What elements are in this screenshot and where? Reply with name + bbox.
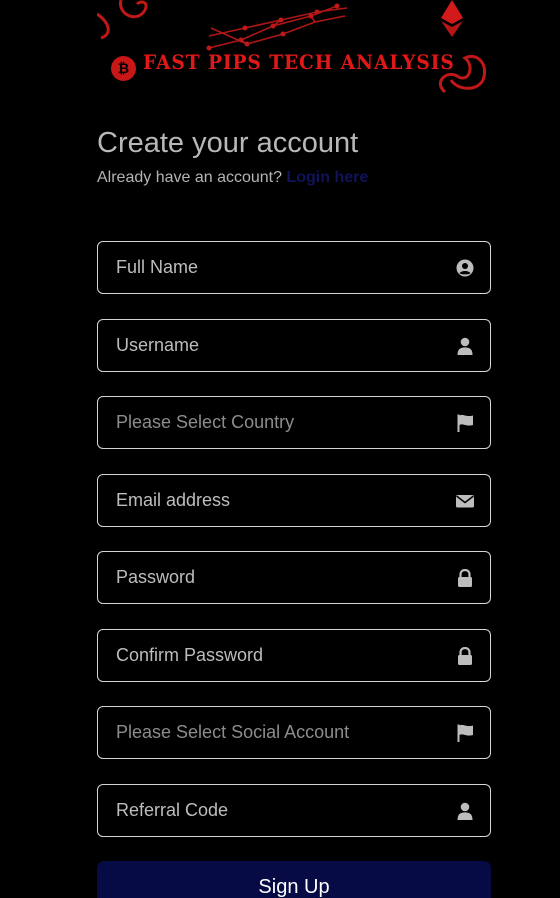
confirm-password-placeholder: Confirm Password <box>116 645 264 665</box>
user-circle-icon <box>456 259 474 277</box>
password-field[interactable]: Password <box>97 551 491 604</box>
social-account-select-value: Please Select Social Account <box>116 722 350 742</box>
login-prompt: Already have an account? Login here <box>97 169 368 187</box>
country-select-value: Please Select Country <box>116 412 295 432</box>
referral-code-field[interactable]: Referral Code <box>97 784 491 837</box>
lock-icon <box>458 647 472 665</box>
user-icon <box>457 802 473 820</box>
lock-icon <box>458 569 472 587</box>
sign-up-button[interactable]: Sign Up <box>97 861 491 898</box>
username-placeholder: Username <box>116 335 200 355</box>
flag-icon <box>457 724 473 742</box>
page-title: Create your account <box>97 127 359 159</box>
login-link[interactable]: Login here <box>286 169 368 186</box>
envelope-icon <box>456 495 474 508</box>
social-account-select[interactable]: Please Select Social Account <box>97 706 491 759</box>
full-name-placeholder: Full Name <box>116 257 199 277</box>
full-name-field[interactable]: Full Name <box>97 241 491 294</box>
bitcoin-icon: ₿ <box>111 56 136 81</box>
user-icon <box>457 337 473 355</box>
brand-banner: ₿ FAST PIPS TECH ANALYSIS <box>97 0 491 98</box>
country-select[interactable]: Please Select Country <box>97 396 491 449</box>
brand-title: FAST PIPS TECH ANALYSIS <box>143 50 455 74</box>
referral-code-placeholder: Referral Code <box>116 800 229 820</box>
password-placeholder: Password <box>116 567 196 587</box>
email-field[interactable]: Email address <box>97 474 491 527</box>
email-placeholder: Email address <box>116 490 231 510</box>
flag-icon <box>457 414 473 432</box>
username-field[interactable]: Username <box>97 319 491 372</box>
login-prompt-text: Already have an account? <box>97 169 283 186</box>
confirm-password-field[interactable]: Confirm Password <box>97 629 491 682</box>
banner-artwork <box>97 0 486 94</box>
